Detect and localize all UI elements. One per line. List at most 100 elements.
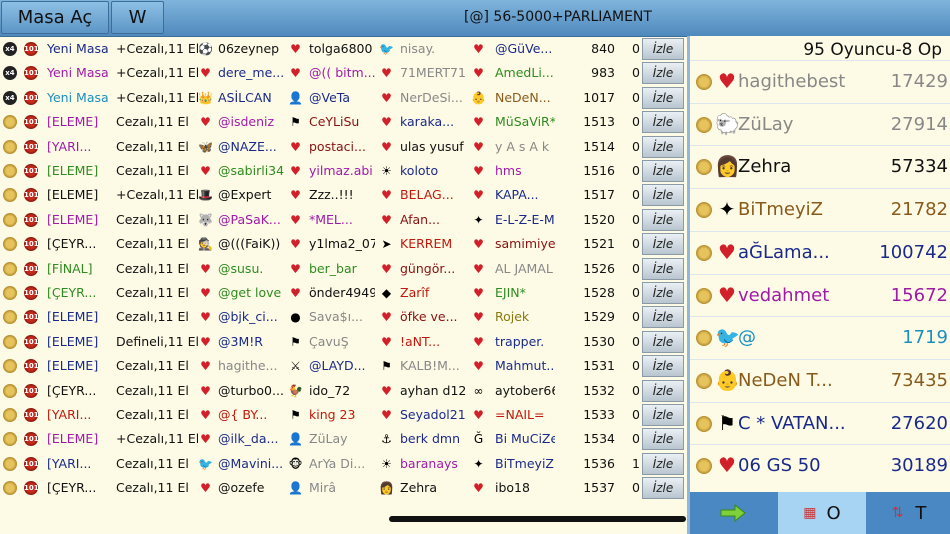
watch-button[interactable]: İzle bbox=[642, 135, 684, 158]
player-name[interactable]: Rojek bbox=[495, 305, 555, 329]
player-name[interactable]: aytober66 bbox=[495, 379, 555, 403]
player-name[interactable]: KAPA... bbox=[495, 183, 555, 207]
player-name[interactable]: @get love bbox=[218, 281, 284, 305]
player-name[interactable]: AmedLi... bbox=[495, 61, 555, 85]
player-name[interactable]: hms bbox=[495, 159, 555, 183]
watch-button[interactable]: İzle bbox=[642, 160, 684, 182]
player-name[interactable]: samimiyet. bbox=[495, 232, 555, 256]
player-name[interactable]: 06zeynep bbox=[218, 37, 284, 61]
player-name[interactable]: Sava$ı... bbox=[309, 305, 375, 329]
watch-button[interactable]: İzle bbox=[642, 330, 684, 353]
player-name[interactable]: @3M!R bbox=[218, 330, 284, 354]
player-name[interactable]: @Mavini... bbox=[218, 452, 284, 476]
player-name[interactable]: @NAZE... bbox=[218, 135, 284, 159]
player-name[interactable]: ber_bar bbox=[309, 257, 375, 281]
player-name[interactable]: @(( bitm... bbox=[309, 61, 375, 85]
watch-button[interactable]: İzle bbox=[642, 208, 684, 231]
player-name[interactable]: ZüLay bbox=[309, 427, 375, 451]
player-name[interactable]: yilmaz.abi bbox=[309, 159, 375, 183]
watch-button[interactable]: İzle bbox=[642, 355, 684, 378]
player-name[interactable]: @(((FaiK)) bbox=[218, 232, 284, 256]
player-name[interactable]: @LAYD... bbox=[309, 354, 375, 378]
player-name[interactable]: !aNT... bbox=[400, 330, 466, 354]
player-name[interactable]: BELAG... bbox=[400, 183, 466, 207]
player-name[interactable]: karaka... bbox=[400, 110, 466, 134]
player-name[interactable]: KALB!M... bbox=[400, 354, 466, 378]
watch-button[interactable]: İzle bbox=[642, 404, 684, 426]
open-table-button[interactable]: Masa Aç bbox=[1, 1, 109, 34]
player-name[interactable]: ArYa Di... bbox=[309, 452, 375, 476]
player-name[interactable]: NeDeN... bbox=[495, 86, 555, 110]
player-name[interactable]: Mahmut... bbox=[495, 354, 555, 378]
watch-button[interactable]: İzle bbox=[642, 428, 684, 451]
player-name[interactable]: *MEL... bbox=[309, 208, 375, 232]
player-row[interactable]: ♥ 06 GS 50 30189 bbox=[690, 444, 950, 487]
player-row[interactable]: 👩 Zehra 57334 bbox=[690, 145, 950, 188]
t-tab-button[interactable]: ⇅ T bbox=[868, 492, 950, 534]
player-name[interactable]: ibo18 bbox=[495, 476, 555, 500]
player-name[interactable]: Afan... bbox=[400, 208, 466, 232]
player-name[interactable]: @PaSaK... bbox=[218, 208, 284, 232]
player-name[interactable]: ASİLCAN bbox=[218, 86, 284, 110]
player-name[interactable]: KERREM bbox=[400, 232, 466, 256]
watch-button[interactable]: İzle bbox=[642, 233, 684, 256]
player-name[interactable]: @ozefe bbox=[218, 476, 284, 500]
arrow-button[interactable] bbox=[690, 492, 776, 534]
player-row[interactable]: ♥ vedahmet 15672 bbox=[690, 273, 950, 317]
player-name[interactable]: BiTmeyiZ bbox=[495, 452, 555, 476]
player-name[interactable]: berk dmn bbox=[400, 427, 466, 451]
player-name[interactable]: ido_72 bbox=[309, 379, 375, 403]
player-name[interactable]: hagithe... bbox=[218, 354, 284, 378]
watch-button[interactable]: İzle bbox=[642, 282, 684, 304]
player-row[interactable]: 👶 NeDeN T... 73435 bbox=[690, 358, 950, 402]
player-row[interactable]: 🐑 ZüLay 27914 bbox=[690, 102, 950, 146]
player-name[interactable]: E-L-Z-E-M bbox=[495, 208, 555, 232]
player-name[interactable]: @turbo0... bbox=[218, 379, 284, 403]
player-name[interactable]: Mirâ bbox=[309, 476, 375, 500]
player-name[interactable]: =NAIL= bbox=[495, 403, 555, 427]
player-name[interactable]: @GüVe... bbox=[495, 37, 555, 61]
watch-button[interactable]: İzle bbox=[642, 379, 684, 402]
player-name[interactable]: y A s A k bbox=[495, 135, 555, 159]
player-name[interactable]: ÇavuŞ bbox=[309, 330, 375, 354]
w-button[interactable]: W bbox=[111, 1, 164, 34]
player-name[interactable]: baranays bbox=[400, 452, 466, 476]
player-name[interactable]: Zzz..!!! bbox=[309, 183, 375, 207]
player-name[interactable]: @bjk_ci... bbox=[218, 305, 284, 329]
player-name[interactable]: y1lma2_07 bbox=[309, 232, 375, 256]
player-name[interactable]: CeYLiSu bbox=[309, 110, 375, 134]
player-name[interactable]: nisay. bbox=[400, 37, 466, 61]
watch-button[interactable]: İzle bbox=[642, 184, 684, 207]
watch-button[interactable]: İzle bbox=[642, 477, 684, 500]
player-name[interactable]: Zarîf bbox=[400, 281, 466, 305]
player-name[interactable]: önder4949 bbox=[309, 281, 375, 305]
player-name[interactable]: @VeTa bbox=[309, 86, 375, 110]
o-tab-button[interactable]: ▦ O bbox=[778, 492, 866, 534]
player-name[interactable]: Seyadol21 bbox=[400, 403, 466, 427]
watch-button[interactable]: İzle bbox=[642, 257, 684, 280]
player-row[interactable]: ✦ BiTmeyiZ 21782 bbox=[690, 188, 950, 231]
watch-button[interactable]: İzle bbox=[642, 452, 684, 475]
player-name[interactable]: king 23 bbox=[309, 403, 375, 427]
player-name[interactable]: MüSaViR* bbox=[495, 110, 555, 134]
player-row[interactable]: 🐦 @1719 bbox=[690, 316, 950, 359]
watch-button[interactable]: İzle bbox=[642, 38, 684, 60]
player-name[interactable]: postaci... bbox=[309, 135, 375, 159]
player-name[interactable]: tolga6800 bbox=[309, 37, 375, 61]
player-name[interactable]: dere_me... bbox=[218, 61, 284, 85]
watch-button[interactable]: İzle bbox=[642, 86, 684, 109]
player-name[interactable]: EJIN* bbox=[495, 281, 555, 305]
player-name[interactable]: @isdeniz bbox=[218, 110, 284, 134]
player-name[interactable]: ayhan d12 bbox=[400, 379, 466, 403]
player-row[interactable]: ♥ hagithebest 17429 bbox=[690, 60, 950, 103]
player-name[interactable]: Bi MuCiZe bbox=[495, 427, 555, 451]
player-name[interactable]: NerDeSi... bbox=[400, 86, 466, 110]
player-name[interactable]: @susu. bbox=[218, 257, 284, 281]
player-name[interactable]: trapper. bbox=[495, 330, 555, 354]
watch-button[interactable]: İzle bbox=[642, 62, 684, 85]
player-name[interactable]: 71MERT71 bbox=[400, 61, 466, 85]
player-name[interactable]: Zehra bbox=[400, 476, 466, 500]
player-name[interactable]: @sabirli34 bbox=[218, 159, 284, 183]
player-row[interactable]: ⚑ C * VATAN... 27620 bbox=[690, 401, 950, 445]
player-name[interactable]: güngör... bbox=[400, 257, 466, 281]
